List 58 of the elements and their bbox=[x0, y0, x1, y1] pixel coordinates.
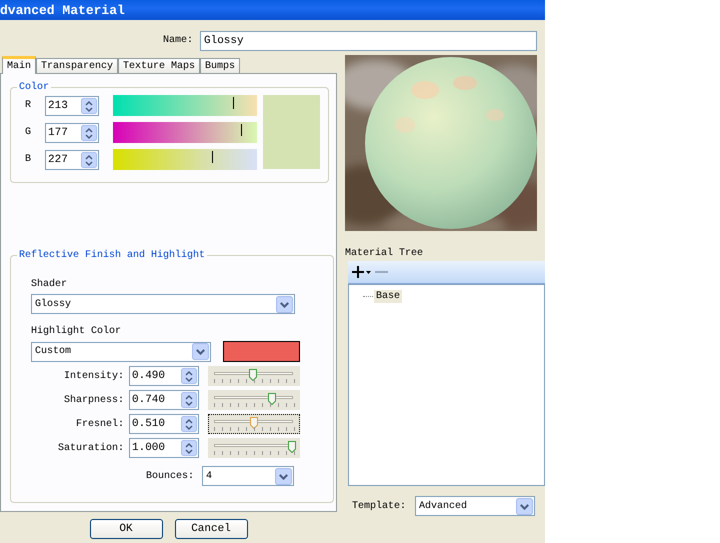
channel-label: R bbox=[25, 100, 32, 111]
group-title: Color bbox=[18, 82, 50, 93]
window-title: dvanced Material bbox=[0, 2, 125, 18]
param-spinbox[interactable]: 0.490 bbox=[129, 366, 199, 386]
spin-arrows-icon[interactable] bbox=[181, 392, 197, 408]
channel-label: B bbox=[25, 154, 32, 165]
param-slider[interactable] bbox=[208, 414, 300, 434]
param-label: Fresnel: bbox=[74, 418, 124, 430]
tab[interactable]: Transparency bbox=[36, 58, 118, 73]
channel-spinbox[interactable]: 227 bbox=[45, 150, 99, 170]
ok-button[interactable]: OK bbox=[90, 519, 162, 539]
name-label: Name: bbox=[162, 35, 193, 46]
param-spinbox[interactable]: 0.740 bbox=[129, 390, 199, 410]
param-slider[interactable] bbox=[208, 366, 300, 386]
channel-spinbox[interactable]: 177 bbox=[45, 122, 99, 142]
color-gradient-slider[interactable] bbox=[113, 122, 257, 143]
highlight-color-label: Highlight Color bbox=[31, 326, 122, 337]
param-label: Sharpness: bbox=[62, 394, 124, 406]
param-label: Saturation: bbox=[56, 442, 124, 454]
slider-thumb[interactable] bbox=[288, 441, 296, 453]
param-spinbox[interactable]: 0.510 bbox=[129, 414, 199, 434]
tab[interactable]: Texture Maps bbox=[118, 58, 200, 73]
bounces-dropdown[interactable]: 4 bbox=[202, 466, 294, 486]
param-spinbox[interactable]: 1.000 bbox=[129, 438, 199, 458]
color-gradient-slider[interactable] bbox=[113, 95, 257, 116]
slider-thumb[interactable] bbox=[268, 393, 276, 405]
shader-label: Shader bbox=[31, 279, 68, 290]
spin-arrows-icon[interactable] bbox=[181, 440, 197, 456]
shader-dropdown[interactable]: Glossy bbox=[31, 294, 295, 314]
param-slider[interactable] bbox=[208, 438, 300, 458]
name-field[interactable]: Glossy bbox=[200, 30, 537, 50]
highlight-color-swatch[interactable] bbox=[223, 341, 300, 362]
tab[interactable]: Main bbox=[2, 56, 36, 74]
bounces-label: Bounces: bbox=[144, 470, 194, 482]
param-slider[interactable] bbox=[208, 390, 300, 410]
spin-arrows-icon[interactable] bbox=[81, 124, 97, 140]
color-gradient-slider[interactable] bbox=[113, 149, 257, 170]
slider-marker[interactable] bbox=[241, 124, 242, 136]
spin-arrows-icon[interactable] bbox=[181, 368, 197, 384]
cancel-button[interactable]: Cancel bbox=[174, 519, 248, 539]
slider-marker[interactable] bbox=[232, 97, 234, 109]
channel-label: G bbox=[25, 127, 32, 138]
channel-spinbox[interactable]: 213 bbox=[45, 96, 99, 116]
spin-arrows-icon[interactable] bbox=[81, 152, 97, 168]
group-title: Reflective Finish and Highlight bbox=[18, 250, 206, 261]
param-label: Intensity: bbox=[62, 370, 124, 382]
highlight-color-dropdown[interactable]: Custom bbox=[31, 342, 211, 362]
tree-item[interactable]: Base bbox=[374, 290, 402, 303]
material-tree-label: Material Tree bbox=[345, 248, 424, 259]
slider-thumb[interactable] bbox=[250, 417, 258, 429]
slider-thumb[interactable] bbox=[248, 369, 257, 381]
slider-marker[interactable] bbox=[212, 151, 214, 163]
spin-arrows-icon[interactable] bbox=[81, 98, 97, 114]
template-dropdown[interactable]: Advanced bbox=[415, 496, 536, 516]
add-dropdown-icon[interactable] bbox=[351, 265, 371, 279]
spin-arrows-icon[interactable] bbox=[181, 416, 197, 432]
template-label: Template: bbox=[352, 500, 406, 512]
tab[interactable]: Bumps bbox=[200, 58, 240, 73]
